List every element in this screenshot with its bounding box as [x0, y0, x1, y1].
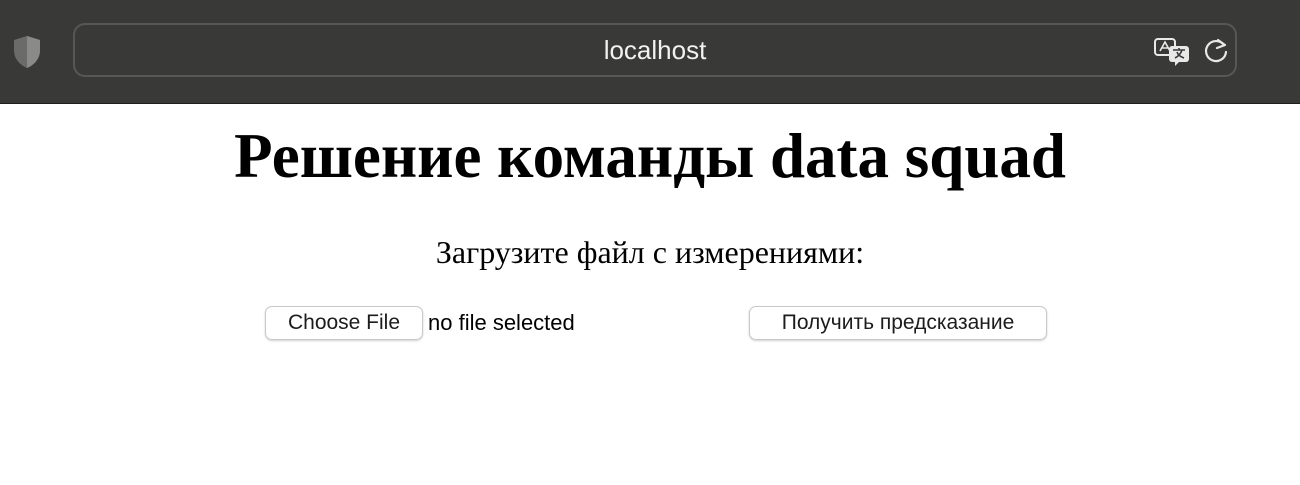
address-text[interactable]: localhost: [75, 25, 1235, 75]
shield-icon[interactable]: [12, 35, 42, 69]
browser-toolbar: localhost: [0, 0, 1300, 104]
page-title: Решение команды data squad: [234, 121, 1066, 191]
choose-file-button[interactable]: Choose File: [265, 306, 423, 340]
upload-prompt: Загрузите файл с измерениями:: [435, 234, 865, 270]
address-bar[interactable]: localhost: [73, 23, 1237, 77]
reload-icon[interactable]: [1202, 37, 1230, 65]
translate-icon[interactable]: [1153, 37, 1193, 67]
file-status-text: no file selected: [428, 310, 575, 335]
predict-button[interactable]: Получить предсказание: [749, 306, 1047, 340]
page-content: Решение команды data squad Загрузите фай…: [0, 104, 1300, 485]
